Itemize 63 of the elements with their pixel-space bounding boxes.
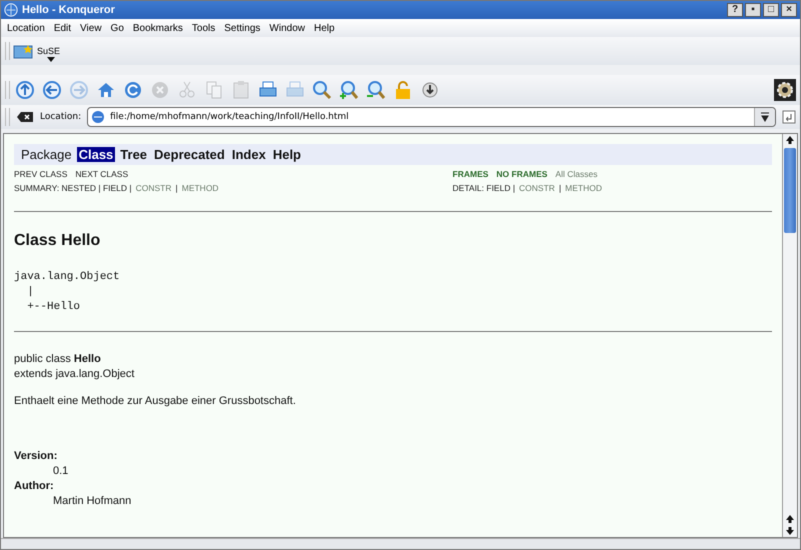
scroll-down-arrow-icon[interactable]	[785, 526, 795, 536]
hierarchy-line: |	[26, 285, 35, 300]
hierarchy-line: java.lang.Object	[14, 270, 121, 285]
gear-icon	[774, 79, 796, 101]
clear-location-icon[interactable]	[16, 111, 34, 123]
nav-link[interactable]: Help	[270, 147, 303, 162]
tag-value: Martin Hofmann	[52, 494, 132, 509]
nav-link[interactable]: Deprecated	[152, 147, 227, 162]
class-nav-link[interactable]: NEXT CLASS	[75, 169, 128, 179]
find-icon[interactable]	[310, 80, 334, 100]
vertical-scrollbar[interactable]	[782, 134, 797, 537]
window-button[interactable]: ×	[781, 3, 797, 17]
back-icon[interactable]	[40, 80, 64, 100]
menu-item[interactable]: Location	[7, 22, 45, 34]
class-declaration: public class Hello	[14, 352, 102, 367]
nav-link[interactable]: Index	[230, 147, 268, 162]
menu-item[interactable]: Bookmarks	[132, 22, 183, 34]
detail-text: DETAIL: FIELD |	[452, 183, 516, 193]
hierarchy-line: +--Hello	[26, 300, 82, 315]
menu-item[interactable]: Window	[269, 22, 305, 34]
scroll-thumb[interactable]	[784, 148, 796, 233]
menu-item[interactable]: Help	[314, 22, 335, 34]
class-heading: Class Hello	[14, 232, 102, 250]
menu-item[interactable]: View	[80, 22, 102, 34]
nav-link[interactable]: Tree	[118, 147, 150, 162]
location-label: Location:	[40, 112, 82, 122]
summary-link[interactable]: CONSTR	[136, 183, 172, 193]
window-button[interactable]: ▪	[745, 3, 761, 17]
scroll-up-arrow-icon[interactable]	[785, 514, 795, 524]
detail-text: |	[558, 183, 562, 193]
detail-link[interactable]: CONSTR	[519, 183, 555, 193]
class-description: Enthaelt eine Methode zur Ausgabe einer Grussbotschaft.	[14, 394, 297, 409]
menu-item[interactable]: Edit	[54, 22, 72, 34]
nav-link[interactable]: Package	[19, 147, 74, 162]
window-title: Hello - Konqueror	[22, 4, 115, 16]
go-icon[interactable]	[782, 110, 796, 124]
window-button[interactable]: ?	[727, 3, 743, 17]
summary-text: SUMMARY: NESTED | FIELD |	[14, 183, 132, 193]
window-button[interactable]: □	[763, 3, 779, 17]
class-nav-link[interactable]: PREV CLASS	[14, 169, 68, 179]
tag-value: 0.1	[52, 464, 70, 479]
bookmark-folder-button[interactable]: SuSE	[13, 43, 60, 59]
menu-item[interactable]: Settings	[224, 22, 260, 34]
folder-icon	[13, 43, 35, 59]
scroll-up-arrow-icon[interactable]	[785, 135, 795, 145]
summary-link[interactable]: METHOD	[182, 183, 219, 193]
tag-term: Version:	[14, 449, 58, 464]
tag-term: Author:	[14, 479, 55, 494]
nav-link[interactable]: Class	[76, 147, 116, 162]
extends-text: extends java.lang.Object	[14, 367, 136, 382]
summary-text: |	[176, 183, 178, 193]
menu-item[interactable]: Go	[110, 22, 124, 34]
dropdown-icon[interactable]	[760, 112, 770, 122]
detail-link[interactable]: METHOD	[565, 183, 602, 193]
frames-link[interactable]: FRAMES	[452, 169, 488, 179]
frames-link[interactable]: All Classes	[555, 169, 598, 179]
zoomout-icon[interactable]	[364, 80, 388, 100]
location-field[interactable]: file:/home/mhofmann/work/teaching/InfoII/Hello.html	[87, 107, 776, 127]
menu-item[interactable]: Tools	[192, 22, 216, 34]
zoomin-icon[interactable]	[337, 80, 361, 100]
up-icon[interactable]	[13, 80, 37, 100]
frames-link[interactable]: NO FRAMES	[496, 169, 548, 179]
caret-icon	[47, 57, 55, 62]
